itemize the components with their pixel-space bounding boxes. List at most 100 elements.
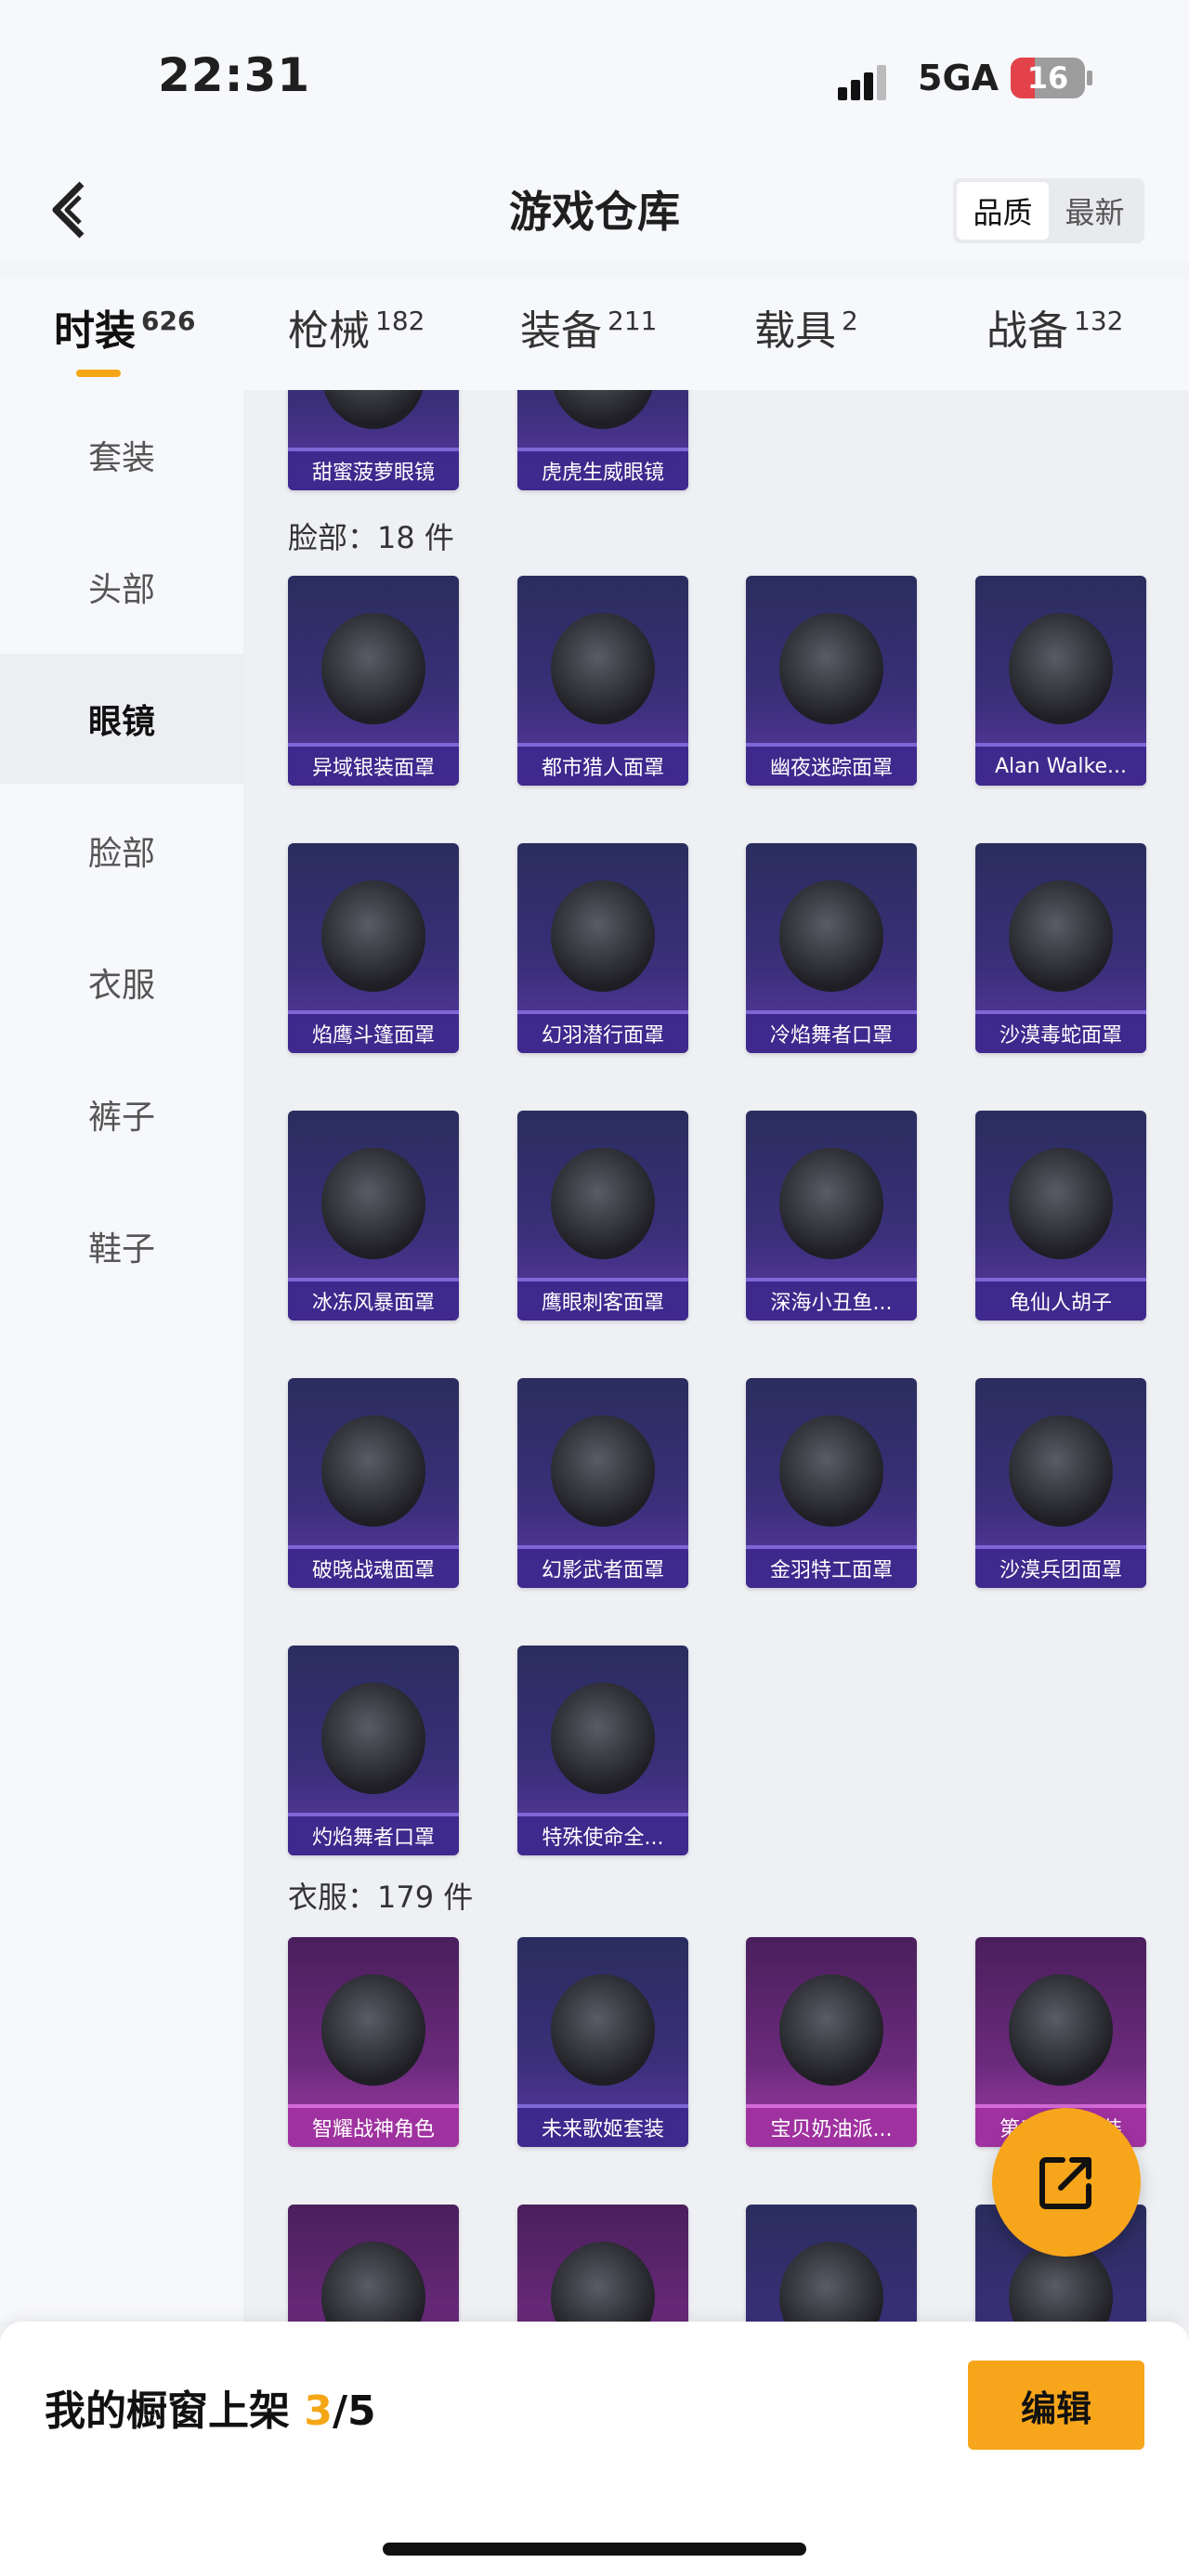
item-name: 宝贝奶油派... [746,2108,917,2147]
item-card[interactable]: 沙漠毒蛇面罩 [975,843,1146,1053]
sidebar-item-glasses[interactable]: 眼镜 [0,654,243,784]
tab-weapons[interactable]: 枪械 182 [288,297,425,357]
item-image [779,880,883,992]
item-image [551,1683,655,1794]
item-name: 鹰眼刺客面罩 [517,1281,688,1321]
item-name: 冰冻风暴面罩 [288,1281,459,1321]
tab-equipment[interactable]: 装备 211 [520,297,657,357]
item-card[interactable]: 特殊使命全... [517,1646,688,1855]
tab-count: 182 [375,306,425,337]
item-card[interactable]: 智耀战神角色 [288,1937,459,2147]
tab-label: 时装 [54,307,136,355]
tab-count: 626 [141,306,196,337]
item-name: 未来歌姬套装 [517,2108,688,2147]
item-card[interactable]: 冰冻风暴面罩 [288,1111,459,1321]
item-card[interactable]: 异域银装面罩 [288,576,459,786]
item-name: 幽夜迷踪面罩 [746,747,917,786]
item-image [551,1974,655,2086]
item-image [779,613,883,724]
tab-supplies[interactable]: 战备 132 [986,297,1123,357]
item-card[interactable] [517,2205,688,2322]
item-image [321,1148,425,1259]
item-card[interactable]: 鹰眼刺客面罩 [517,1111,688,1321]
item-card[interactable] [288,2205,459,2322]
item-card[interactable]: 龟仙人胡子 [975,1111,1146,1321]
item-name: 金羽特工面罩 [746,1549,917,1588]
item-image [321,613,425,724]
share-button[interactable] [992,2108,1141,2257]
item-card[interactable]: 沙漠兵团面罩 [975,1378,1146,1588]
item-name: 甜蜜菠萝眼镜 [288,451,459,490]
network-label: 5GA [918,58,1000,98]
item-card[interactable]: 都市猎人面罩 [517,576,688,786]
item-name: 幻影武者面罩 [517,1549,688,1588]
item-image [551,390,655,429]
item-card[interactable]: 幽夜迷踪面罩 [746,576,917,786]
item-name: 焰鹰斗篷面罩 [288,1014,459,1053]
item-image [1009,613,1113,724]
tab-vehicles[interactable]: 载具 2 [754,297,858,357]
item-card[interactable]: 幻影武者面罩 [517,1378,688,1588]
item-card[interactable]: 虎虎生威眼镜 [517,390,688,490]
item-image [551,1148,655,1259]
sidebar-item-suit[interactable]: 套装 [0,390,243,520]
item-card[interactable]: 冷焰舞者口罩 [746,843,917,1053]
status-bar: 22:31 5GA 16 [0,0,1189,158]
item-card[interactable]: 金羽特工面罩 [746,1378,917,1588]
section-title-clothes: 衣服：179 件 [288,1880,474,1915]
status-time: 22:31 [158,48,311,102]
signal-icon [838,61,897,100]
tab-label: 装备 [520,307,602,355]
item-image [321,1974,425,2086]
sidebar-item-head[interactable]: 头部 [0,522,243,652]
item-image [551,2242,655,2322]
item-image [321,2242,425,2322]
item-name: 异域银装面罩 [288,747,459,786]
sidebar-item-shoes[interactable]: 鞋子 [0,1181,243,1311]
item-card[interactable]: Alan Walke... [975,576,1146,786]
item-card[interactable]: 未来歌姬套装 [517,1937,688,2147]
item-image [1009,880,1113,992]
item-card[interactable]: 破晓战魂面罩 [288,1378,459,1588]
share-icon [1039,2157,1091,2209]
tab-label: 战备 [986,307,1068,355]
item-card[interactable]: 深海小丑鱼... [746,1111,917,1321]
item-card[interactable]: 甜蜜菠萝眼镜 [288,390,459,490]
item-image [321,880,425,992]
active-tab-indicator [76,370,121,377]
item-card[interactable]: 宝贝奶油派... [746,1937,917,2147]
sidebar-item-clothes[interactable]: 衣服 [0,917,243,1047]
item-name: 沙漠兵团面罩 [975,1549,1146,1588]
item-name: 深海小丑鱼... [746,1281,917,1321]
item-name: 都市猎人面罩 [517,747,688,786]
item-name: 冷焰舞者口罩 [746,1014,917,1053]
battery-icon: 16 [1011,58,1085,98]
item-card[interactable]: 焰鹰斗篷面罩 [288,843,459,1053]
tab-count: 2 [842,306,858,337]
sidebar-item-pants[interactable]: 裤子 [0,1049,243,1179]
tab-count: 132 [1074,306,1124,337]
item-image [779,1974,883,2086]
item-name: Alan Walke... [975,747,1146,786]
battery-cap [1087,71,1092,85]
item-image [1009,1148,1113,1259]
item-image [1009,1974,1113,2086]
item-card[interactable] [746,2205,917,2322]
category-tabs: 时装 626 枪械 182 装备 211 载具 2 战备 132 [0,279,1189,390]
tab-fashion[interactable]: 时装 626 [54,297,195,357]
sort-quality-tab[interactable]: 品质 [957,182,1049,240]
edit-button[interactable]: 编辑 [968,2361,1144,2450]
item-name: 虎虎生威眼镜 [517,451,688,490]
sidebar-item-face[interactable]: 脸部 [0,786,243,916]
item-name: 破晓战魂面罩 [288,1549,459,1588]
item-card[interactable]: 幻羽潜行面罩 [517,843,688,1053]
item-name: 智耀战神角色 [288,2108,459,2147]
shelf-count: 3 [304,2387,333,2435]
item-card[interactable]: 灼焰舞者口罩 [288,1646,459,1855]
item-image [551,1415,655,1527]
item-image [321,1415,425,1527]
item-image [779,2242,883,2322]
sort-latest-tab[interactable]: 最新 [1049,182,1141,240]
item-image [1009,1415,1113,1527]
item-image [321,1683,425,1794]
